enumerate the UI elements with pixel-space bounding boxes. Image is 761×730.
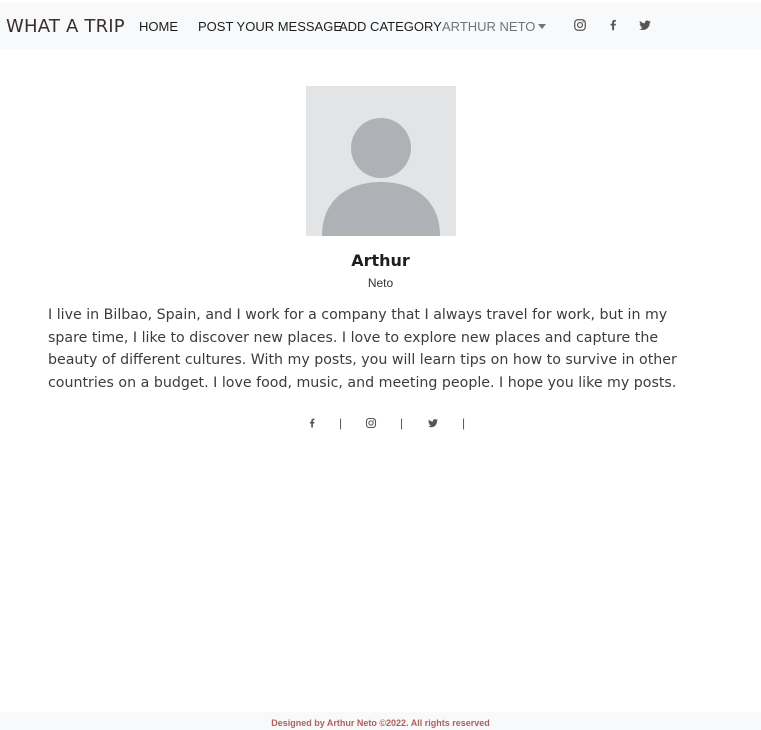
page: WHAT A TRIP HOME POST YOUR MESSAGE ADD C…	[0, 0, 761, 730]
profile-avatar	[306, 86, 456, 236]
profile-name: Arthur	[351, 251, 410, 270]
facebook-icon[interactable]	[306, 417, 318, 429]
instagram-icon[interactable]	[365, 417, 377, 429]
twitter-icon[interactable]	[638, 18, 652, 32]
separator: |	[400, 416, 404, 430]
caret-down-icon	[538, 24, 547, 29]
brand-logo[interactable]: WHAT A TRIP	[6, 16, 125, 37]
footer-copyright: Designed by Arthur Neto ©2022. All right…	[271, 718, 490, 728]
profile-surname: Neto	[367, 276, 394, 290]
navbar: WHAT A TRIP HOME POST YOUR MESSAGE ADD C…	[0, 3, 761, 49]
footer: Designed by Arthur Neto ©2022. All right…	[0, 712, 761, 730]
separator: |	[339, 416, 343, 430]
instagram-icon[interactable]	[573, 18, 587, 32]
user-dropdown-label: ARTHUR NETO	[442, 19, 536, 34]
user-dropdown[interactable]: ARTHUR NETO	[442, 19, 547, 34]
separator: |	[462, 416, 466, 430]
user-placeholder-icon	[322, 118, 440, 236]
nav-link-home[interactable]: HOME	[139, 19, 178, 34]
nav-link-post-message[interactable]: POST YOUR MESSAGE	[198, 19, 342, 34]
twitter-icon[interactable]	[427, 417, 439, 429]
profile-bio: I live in Bilbao, Spain, and I work for …	[48, 307, 677, 391]
facebook-icon[interactable]	[606, 18, 620, 32]
nav-link-add-category[interactable]: ADD CATEGORY	[339, 19, 442, 34]
